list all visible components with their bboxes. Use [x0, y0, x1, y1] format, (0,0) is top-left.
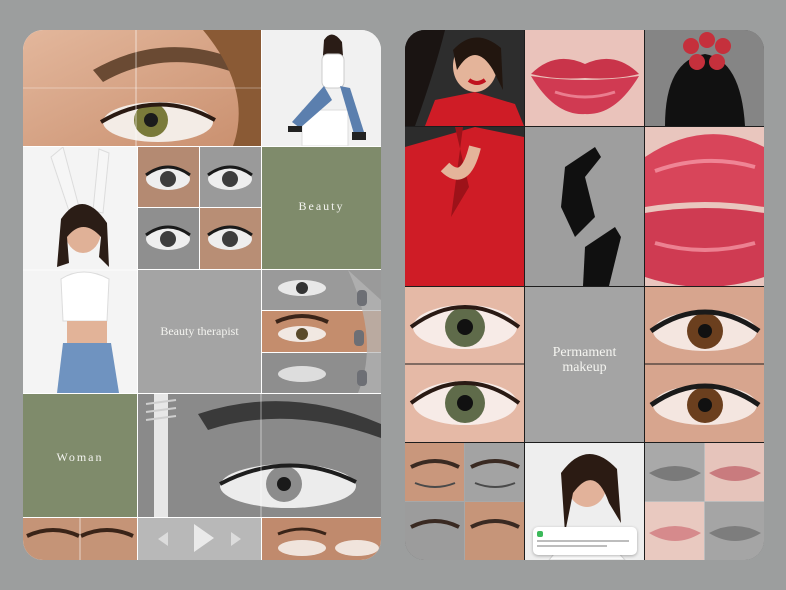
red-jacket-portrait-photo — [405, 30, 524, 126]
play-icon[interactable] — [194, 524, 214, 552]
notification-card[interactable] — [533, 527, 637, 555]
notification-app-icon — [537, 531, 543, 537]
brow-strip-photo — [262, 270, 381, 393]
lash-collage-photo — [138, 147, 261, 269]
therapist-label: Beauty therapist — [160, 324, 239, 338]
beauty-label: Beauty — [298, 199, 345, 213]
smiling-model-photo — [525, 443, 644, 560]
woman-label: Woman — [56, 450, 104, 464]
permanent-makeup-tile: Permament makeup — [525, 287, 644, 442]
bottom-eye-photo — [262, 518, 381, 560]
right-feed-grid: Permament makeup — [405, 30, 764, 560]
eye-closeup-photo — [23, 30, 261, 146]
video-tile[interactable] — [138, 518, 261, 560]
woman-tile: Woman — [23, 394, 137, 517]
left-feed-grid: Beauty Beauty therapist Woman — [23, 30, 381, 560]
therapist-tile: Beauty therapist — [138, 270, 261, 393]
glossy-lips-photo — [645, 127, 764, 286]
brown-eyes-photo — [645, 287, 764, 442]
brows-collage-photo — [405, 443, 524, 560]
beauty-tile: Beauty — [262, 147, 381, 269]
permanent-makeup-label: Permament makeup — [552, 345, 617, 375]
green-eyes-photo — [405, 287, 524, 442]
seated-model-photo — [262, 30, 381, 146]
lips-collage-photo — [645, 443, 764, 560]
notification-text-lines — [537, 540, 629, 542]
black-gloves-photo — [525, 127, 644, 286]
red-suit-model-photo — [405, 127, 524, 286]
gloved-hand-lipsticks-photo — [645, 30, 764, 126]
lips-closeup-photo — [525, 30, 644, 126]
arms-raised-model-photo — [23, 147, 137, 393]
bottom-brows-photo — [23, 518, 137, 560]
brow-brush-photo — [138, 394, 381, 517]
